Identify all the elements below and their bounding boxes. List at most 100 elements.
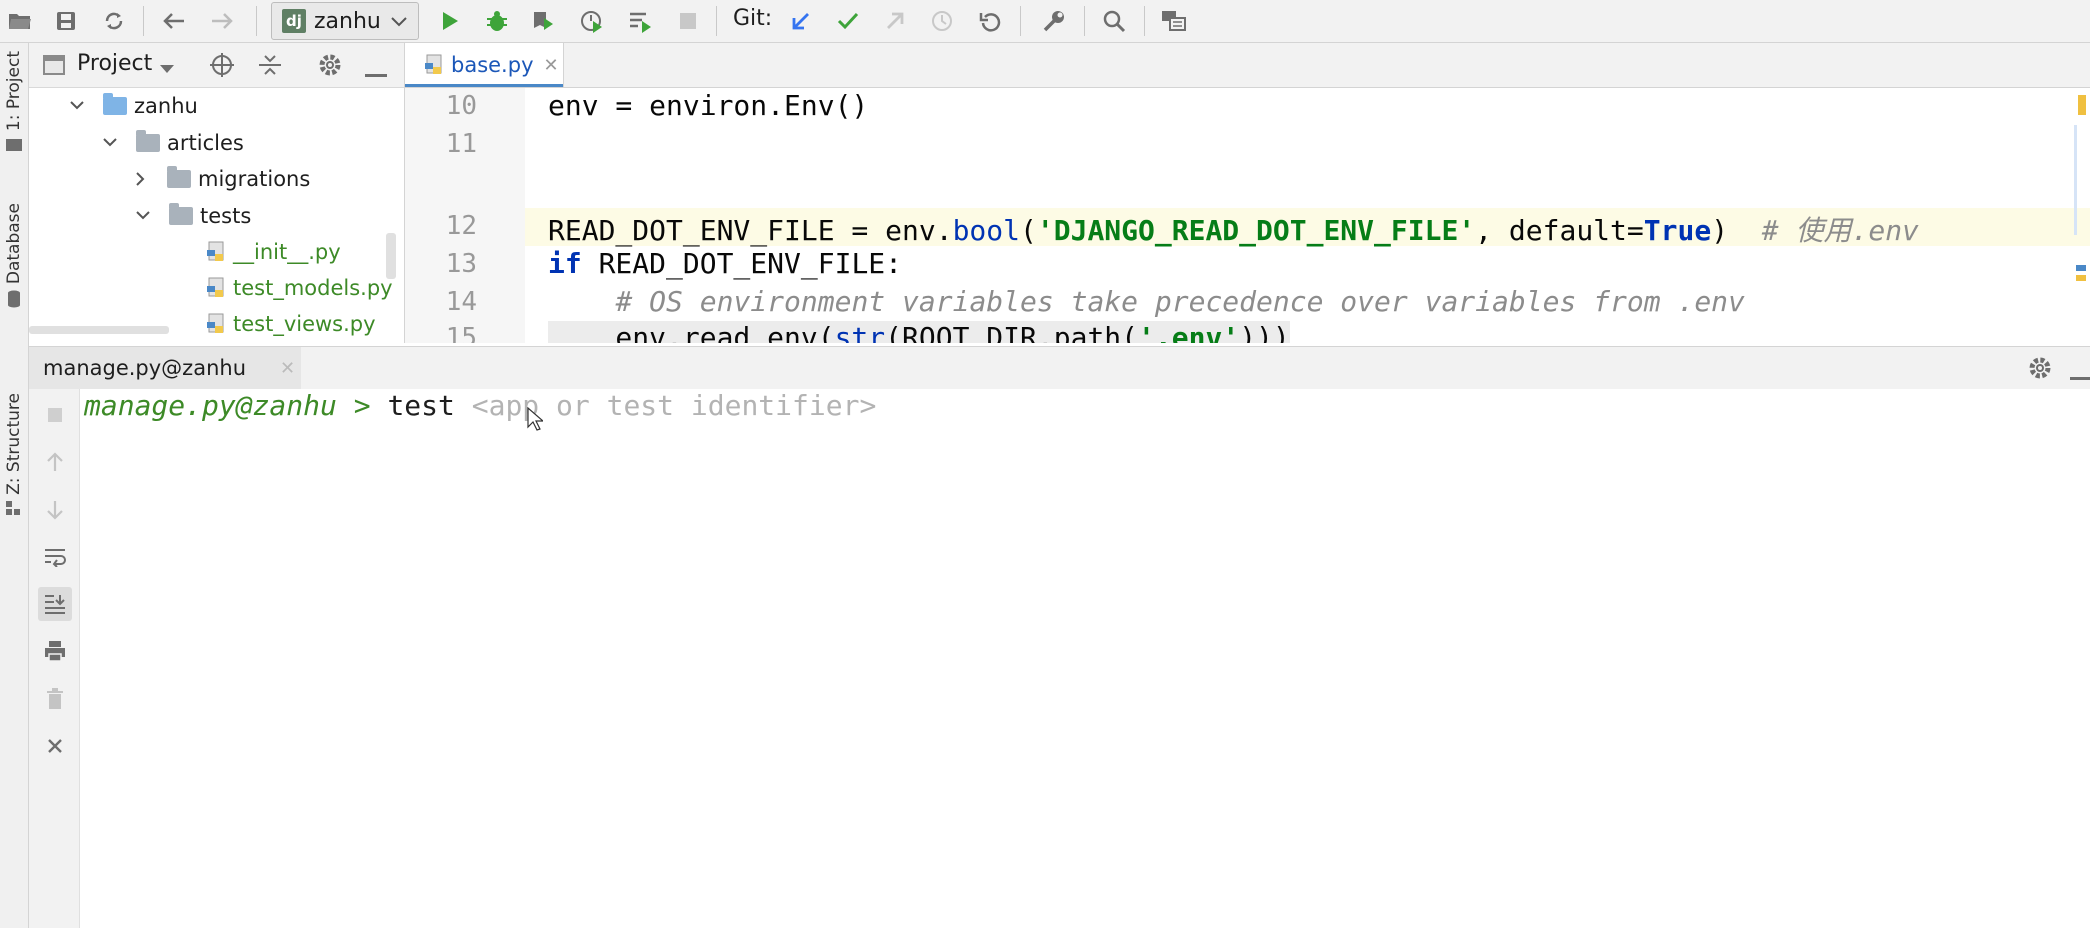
code-line[interactable]: env.read_env(str(ROOT_DIR.path('.env'))) <box>548 321 1290 343</box>
run-concurrency-icon[interactable] <box>626 7 654 35</box>
python-file-icon <box>207 241 224 261</box>
tree-item-label: test_views.py <box>233 312 376 336</box>
down-arrow-icon[interactable] <box>40 495 70 525</box>
close-icon[interactable] <box>40 731 70 761</box>
tree-item-label: __init__.py <box>233 240 341 264</box>
tree-item-zanhu[interactable]: zanhu <box>69 88 198 124</box>
debug-icon[interactable] <box>483 7 511 35</box>
code-line[interactable]: env = environ.Env() <box>548 89 868 122</box>
code-line[interactable]: READ_DOT_ENV_FILE = env.bool('DJANGO_REA… <box>548 209 1919 249</box>
git-rollback-icon[interactable] <box>976 7 1004 35</box>
line-number: 13 <box>445 249 477 279</box>
scroll-to-end-icon[interactable] <box>38 587 72 621</box>
back-arrow-icon[interactable] <box>160 7 188 35</box>
locate-target-icon[interactable] <box>209 52 235 82</box>
settings-wrench-icon[interactable] <box>1040 7 1068 35</box>
editor-tab-strip: base.py ✕ <box>405 43 2090 88</box>
tree-item-test-views-py[interactable]: test_views.py <box>205 306 376 342</box>
folder-icon <box>6 139 22 152</box>
code-editor: base.py ✕ 10 11 12 13 14 15 env = enviro… <box>405 43 2090 343</box>
project-tool-window: Project zanhu articles migrations tests … <box>29 43 405 343</box>
run-configuration-label: zanhu <box>314 8 381 34</box>
run-configuration-selector[interactable]: dj zanhu <box>271 2 419 40</box>
folder-icon <box>103 93 127 115</box>
database-tab-label: Database <box>4 203 24 285</box>
tab-label: base.py <box>451 53 534 77</box>
structure-tool-window-button[interactable]: Z: Structure <box>0 393 28 517</box>
python-file-icon <box>207 277 224 297</box>
tree-horizontal-scrollbar[interactable] <box>29 326 169 334</box>
line-number: 14 <box>445 287 477 317</box>
console-side-toolbar <box>29 389 80 928</box>
presentation-mode-icon[interactable] <box>1160 7 1188 35</box>
tab-base-py[interactable]: base.py ✕ <box>405 43 564 87</box>
error-stripe[interactable] <box>2072 95 2086 295</box>
forward-arrow-icon[interactable] <box>208 7 236 35</box>
console-prompt: manage.py@zanhu > <box>84 389 388 422</box>
stop-icon[interactable] <box>40 400 70 430</box>
print-icon[interactable] <box>40 636 70 666</box>
tree-item-test-models-py[interactable]: test_models.py <box>205 270 393 306</box>
minimize-icon[interactable] <box>365 63 387 82</box>
up-arrow-icon[interactable] <box>40 447 70 477</box>
tree-item-label: tests <box>200 204 252 228</box>
git-push-icon[interactable] <box>881 7 909 35</box>
trash-icon[interactable] <box>40 684 70 714</box>
gear-icon[interactable] <box>317 52 343 82</box>
line-number: 12 <box>445 211 477 241</box>
django-icon: dj <box>282 9 306 33</box>
database-tool-window-button[interactable]: Database <box>0 203 28 308</box>
open-folder-icon[interactable] <box>6 7 34 35</box>
console-tab-label: manage.py@zanhu <box>43 356 247 380</box>
code-line[interactable]: # OS environment variables take preceden… <box>548 285 1744 318</box>
project-tool-window-button[interactable]: 1: Project <box>0 51 28 152</box>
save-all-icon[interactable] <box>52 7 80 35</box>
chevron-down-icon[interactable] <box>159 59 175 78</box>
run-icon[interactable] <box>436 7 464 35</box>
tree-scrollbar[interactable] <box>386 233 396 279</box>
synchronize-icon[interactable] <box>100 7 128 35</box>
git-commit-icon[interactable] <box>834 7 862 35</box>
database-icon <box>8 290 20 308</box>
profile-icon[interactable] <box>578 7 606 35</box>
tree-item-label: test_models.py <box>233 276 393 300</box>
close-icon[interactable]: ✕ <box>280 358 295 379</box>
line-number: 11 <box>445 129 477 159</box>
python-file-icon <box>425 54 442 74</box>
project-tab-label: 1: Project <box>4 51 24 132</box>
tree-item-init-py[interactable]: __init__.py <box>205 234 341 270</box>
console-tab[interactable]: manage.py@zanhu ✕ <box>29 347 301 389</box>
console-prompt-line[interactable]: manage.py@zanhu > test <app or test iden… <box>84 389 876 422</box>
project-view-icon <box>43 55 65 79</box>
structure-tab-label: Z: Structure <box>4 393 24 495</box>
chevron-right-icon <box>136 172 145 186</box>
left-tool-window-stripe: 1: Project Database Z: Structure <box>0 43 29 928</box>
minimize-icon[interactable] <box>2070 366 2090 385</box>
code-line[interactable]: if READ_DOT_ENV_FILE: <box>548 247 902 280</box>
folder-icon <box>167 166 191 188</box>
line-number: 15 <box>445 323 477 343</box>
chevron-down-icon <box>136 211 150 220</box>
run-with-coverage-icon[interactable] <box>529 7 557 35</box>
main-toolbar: dj zanhu Git: <box>0 0 2090 43</box>
tree-item-label: migrations <box>198 167 311 191</box>
console-tool-window-header: manage.py@zanhu ✕ <box>29 346 2090 390</box>
console-output[interactable]: manage.py@zanhu > test <app or test iden… <box>80 389 2090 928</box>
collapse-all-icon[interactable] <box>257 52 283 82</box>
chevron-down-icon <box>103 138 117 147</box>
tree-item-tests[interactable]: tests <box>135 198 251 234</box>
soft-wrap-icon[interactable] <box>40 542 70 572</box>
chevron-down-icon <box>391 12 407 31</box>
python-file-icon <box>207 313 224 333</box>
git-history-icon[interactable] <box>928 7 956 35</box>
stop-icon[interactable] <box>674 7 702 35</box>
search-everywhere-icon[interactable] <box>1100 7 1128 35</box>
gear-icon[interactable] <box>2027 355 2053 385</box>
git-update-icon[interactable] <box>787 7 815 35</box>
close-icon[interactable]: ✕ <box>544 55 559 76</box>
git-label: Git: <box>733 6 773 31</box>
console-command-input[interactable]: test <box>387 389 471 422</box>
tree-item-articles[interactable]: articles <box>102 125 244 161</box>
tree-item-migrations[interactable]: migrations <box>135 161 310 197</box>
project-view-title[interactable]: Project <box>77 51 152 76</box>
